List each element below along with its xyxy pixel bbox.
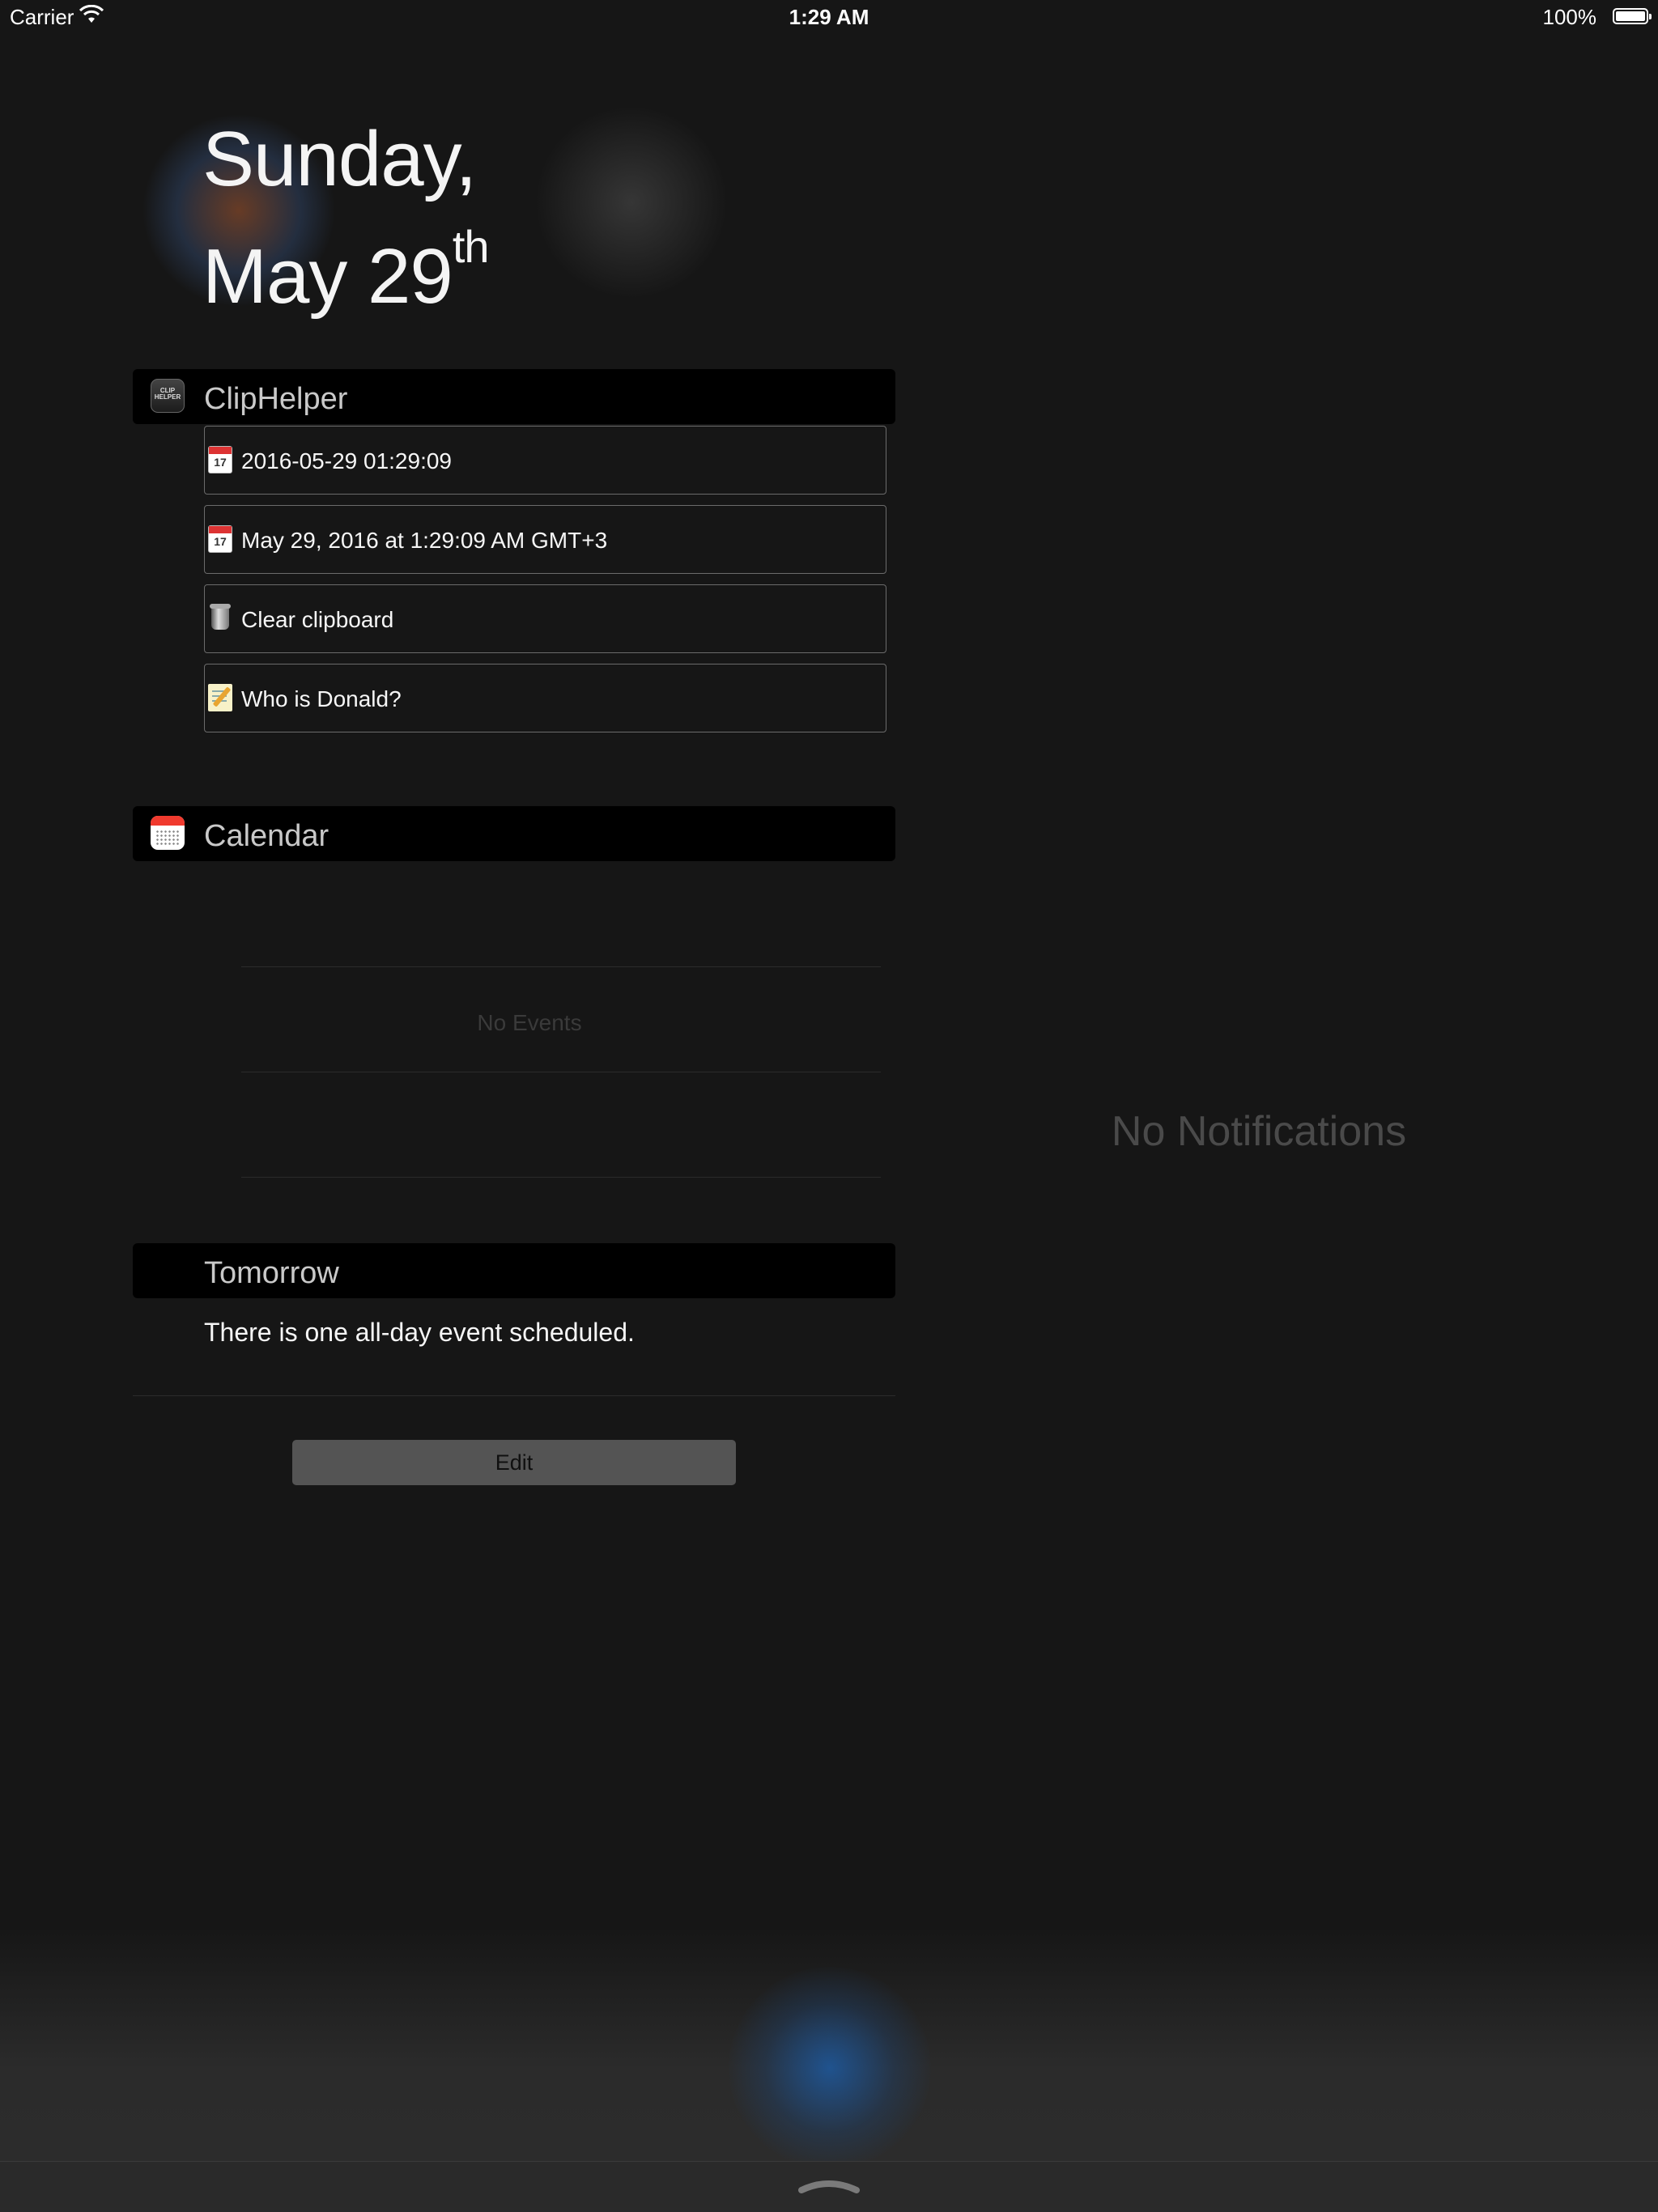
date-weekday: Sunday, <box>202 116 477 202</box>
calendar-divider <box>241 1177 881 1178</box>
no-notifications-label: No Notifications <box>1111 1108 1407 1155</box>
date-month-day: May 29 <box>202 233 453 320</box>
cliphelper-item-clear-clipboard[interactable]: Clear clipboard <box>204 584 886 653</box>
status-bar: Carrier 1:29 AM 100% <box>0 0 1658 36</box>
cliphelper-item-who-is-donald[interactable]: Who is Donald? <box>204 664 886 732</box>
calendar-app-icon <box>151 816 185 850</box>
cliphelper-item-label: 2016-05-29 01:29:09 <box>241 448 452 473</box>
tomorrow-widget-header: Tomorrow <box>133 1243 895 1298</box>
no-events-label: No Events <box>477 1010 582 1035</box>
calendar-title: Calendar <box>204 819 329 853</box>
tomorrow-summary: There is one all-day event scheduled. <box>204 1318 635 1347</box>
calendar-divider <box>241 966 881 967</box>
blur-orb-center <box>534 105 729 299</box>
cliphelper-item-date-long[interactable]: 17 May 29, 2016 at 1:29:09 AM GMT+3 <box>204 505 886 574</box>
blur-orb-bottom <box>729 1967 931 2169</box>
calendar-icon: 17 <box>208 525 232 553</box>
cliphelper-title: ClipHelper <box>204 382 348 416</box>
widget-divider <box>133 1395 895 1396</box>
cliphelper-item-label: May 29, 2016 at 1:29:09 AM GMT+3 <box>241 528 608 553</box>
memo-icon <box>208 684 232 711</box>
cliphelper-app-icon: CLIP HELPER <box>151 379 185 413</box>
calendar-widget-header: Calendar <box>133 806 895 861</box>
cliphelper-item-label: Who is Donald? <box>241 686 402 711</box>
calendar-icon: 17 <box>208 446 232 473</box>
tomorrow-title: Tomorrow <box>204 1256 339 1290</box>
cliphelper-icon-text: CLIP HELPER <box>154 387 181 401</box>
battery-icon <box>1613 8 1652 24</box>
date-day: May 29th <box>202 220 490 321</box>
battery-percent: 100% <box>1542 5 1597 29</box>
edit-button[interactable]: Edit <box>292 1440 736 1485</box>
cliphelper-item-label: Clear clipboard <box>241 607 394 632</box>
date-suffix: th <box>452 221 490 272</box>
wastebasket-icon <box>210 604 231 630</box>
cliphelper-widget-header: CLIP HELPER ClipHelper <box>133 369 895 424</box>
chevron-up-handle-icon[interactable] <box>797 2176 861 2195</box>
status-time: 1:29 AM <box>789 5 869 29</box>
cliphelper-item-date-iso[interactable]: 17 2016-05-29 01:29:09 <box>204 426 886 495</box>
